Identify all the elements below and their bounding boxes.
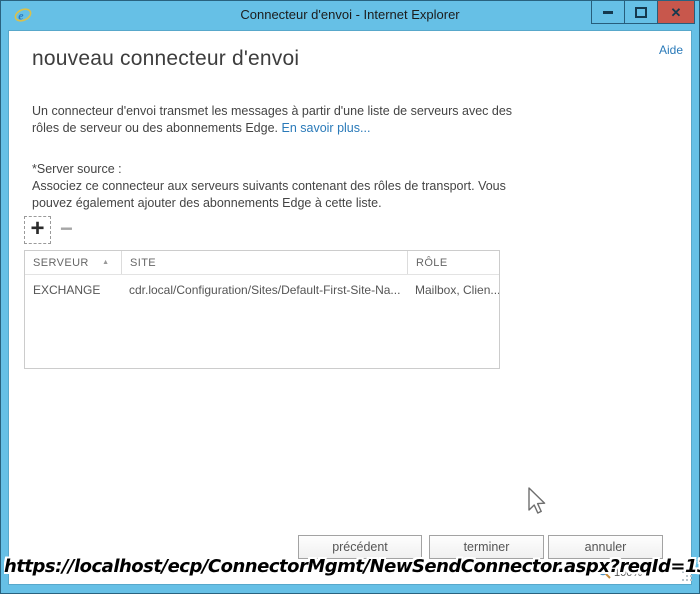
add-icon: +: [30, 215, 45, 242]
column-header-role[interactable]: RÔLE: [407, 251, 499, 274]
minimize-button[interactable]: [592, 1, 624, 23]
server-table: SERVEUR ▲ SITE RÔLE EXCHANGE cdr.local/C…: [24, 250, 500, 369]
column-header-serveur[interactable]: SERVEUR ▲: [25, 251, 121, 274]
close-icon: ✕: [670, 4, 682, 20]
table-row[interactable]: EXCHANGE cdr.local/Configuration/Sites/D…: [25, 275, 499, 305]
server-source-label: *Server source :: [32, 162, 122, 176]
maximize-button[interactable]: [624, 1, 657, 23]
remove-icon: −: [60, 216, 73, 241]
cell-serveur: EXCHANGE: [33, 283, 101, 297]
server-source-description: Associez ce connecteur aux serveurs suiv…: [32, 179, 506, 210]
column-header-site-label: SITE: [130, 256, 157, 269]
learn-more-link[interactable]: En savoir plus...: [281, 121, 370, 135]
cell-site: cdr.local/Configuration/Sites/Default-Fi…: [129, 283, 401, 297]
titlebar[interactable]: e Connecteur d'envoi - Internet Explorer…: [1, 1, 699, 29]
status-url-text: https://localhost/ecp/ConnectorMgmt/NewS…: [4, 556, 700, 577]
intro-text: Un connecteur d'envoi transmet les messa…: [32, 104, 513, 135]
table-header-row: SERVEUR ▲ SITE RÔLE: [25, 251, 499, 275]
column-header-role-label: RÔLE: [416, 256, 448, 269]
page-title: nouveau connecteur d'envoi: [32, 47, 300, 70]
ie-dialog-window: e Connecteur d'envoi - Internet Explorer…: [0, 0, 700, 594]
remove-server-button[interactable]: −: [60, 216, 73, 241]
dialog-content: Aide nouveau connecteur d'envoi Un conne…: [8, 30, 692, 585]
close-button[interactable]: ✕: [657, 1, 694, 23]
table-toolbar: + −: [24, 215, 73, 245]
add-server-button[interactable]: +: [24, 216, 51, 244]
intro-paragraph: Un connecteur d'envoi transmet les messa…: [32, 103, 537, 136]
sort-ascending-icon: ▲: [102, 259, 109, 266]
window-controls: ✕: [591, 1, 695, 24]
cell-role: Mailbox, Clien...: [415, 283, 499, 297]
minimize-icon: [603, 10, 613, 14]
help-link[interactable]: Aide: [659, 43, 683, 57]
column-header-site[interactable]: SITE: [121, 251, 407, 274]
column-header-serveur-label: SERVEUR: [33, 256, 89, 269]
maximize-icon: [635, 6, 647, 18]
